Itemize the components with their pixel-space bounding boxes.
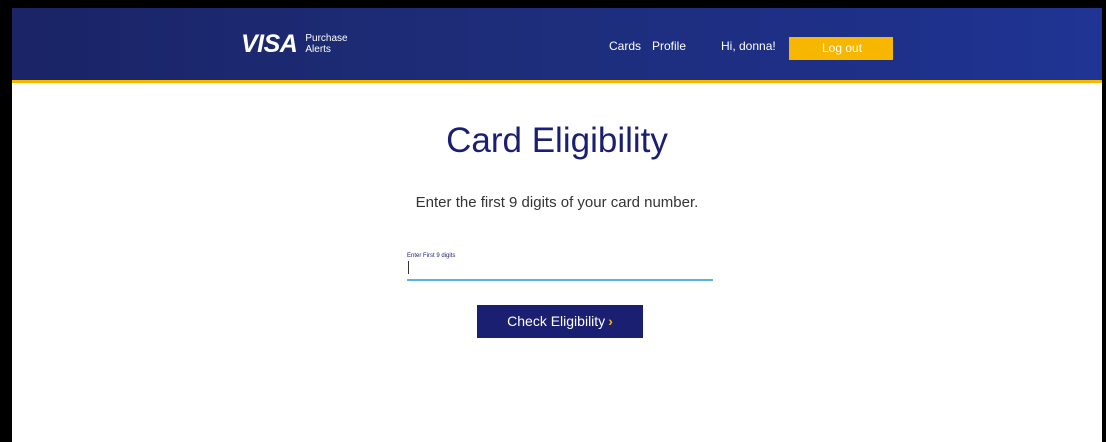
top-header: VISA Purchase Alerts Cards Profile Hi, d… <box>12 8 1102 83</box>
logo-subtitle-line1: Purchase <box>305 33 348 44</box>
text-caret <box>408 261 409 274</box>
check-eligibility-label: Check Eligibility <box>507 313 606 329</box>
visa-logo-wordmark: VISA <box>241 30 298 58</box>
nav-link-profile[interactable]: Profile <box>652 39 686 53</box>
card-digits-input[interactable] <box>407 261 713 281</box>
check-eligibility-button[interactable]: Check Eligibility › <box>477 305 643 338</box>
card-digits-label: Enter First 9 digits <box>407 253 456 259</box>
page-instructions: Enter the first 9 digits of your card nu… <box>415 194 699 211</box>
logo-subtitle-line2: Alerts <box>305 44 331 55</box>
chevron-right-icon: › <box>608 313 613 329</box>
page-title: Card Eligibility <box>446 121 668 160</box>
logo-subtitle: Purchase Alerts <box>305 33 347 55</box>
browser-viewport: VISA Purchase Alerts Cards Profile Hi, d… <box>12 8 1102 442</box>
user-greeting: Hi, donna! <box>721 39 776 53</box>
nav-link-cards[interactable]: Cards <box>609 39 641 53</box>
logout-button[interactable]: Log out <box>789 37 893 60</box>
visa-purchase-alerts-logo[interactable]: VISA Purchase Alerts <box>241 31 348 57</box>
